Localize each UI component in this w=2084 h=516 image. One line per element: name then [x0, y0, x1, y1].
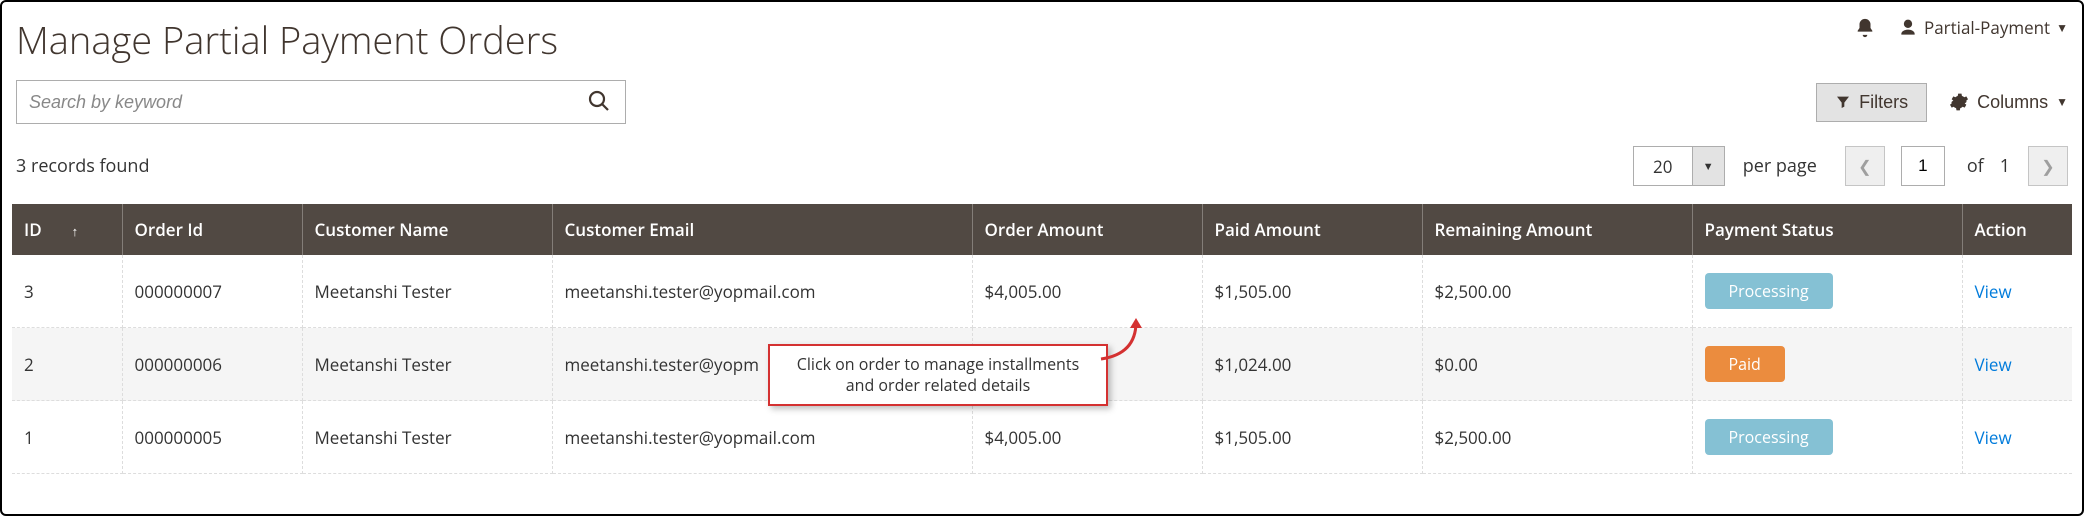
caret-down-icon: ▼: [1692, 147, 1724, 185]
cell-id: 1: [12, 401, 122, 474]
col-header-customer-name[interactable]: Customer Name: [302, 204, 552, 255]
records-found-label: 3 records found: [16, 154, 149, 178]
cell-customer-email: meetanshi.tester@yopmail.com: [552, 401, 972, 474]
caret-down-icon: ▼: [2056, 95, 2068, 109]
filters-label: Filters: [1859, 92, 1908, 113]
account-label: Partial-Payment: [1924, 16, 2050, 39]
chevron-left-icon: ❮: [1858, 155, 1871, 177]
of-label: of: [1967, 154, 1984, 178]
annotation-callout: Click on order to manage installments an…: [768, 344, 1108, 406]
col-header-paid-amount[interactable]: Paid Amount: [1202, 204, 1422, 255]
table-row[interactable]: 1000000005Meetanshi Testermeetanshi.test…: [12, 401, 2072, 474]
col-header-payment-status[interactable]: Payment Status: [1692, 204, 1962, 255]
cell-order-id: 000000007: [122, 255, 302, 328]
cell-customer-name: Meetanshi Tester: [302, 255, 552, 328]
user-icon: [1898, 18, 1918, 38]
chevron-right-icon: ❯: [2041, 155, 2054, 177]
view-link[interactable]: View: [1975, 353, 2012, 376]
cell-id: 2: [12, 328, 122, 401]
col-header-remaining-amount[interactable]: Remaining Amount: [1422, 204, 1692, 255]
account-switcher[interactable]: Partial-Payment ▼: [1898, 16, 2068, 39]
cell-paid-amount: $1,505.00: [1202, 401, 1422, 474]
columns-label: Columns: [1977, 92, 2048, 113]
cell-customer-name: Meetanshi Tester: [302, 328, 552, 401]
page-size-select[interactable]: 20 ▼: [1633, 146, 1725, 186]
view-link[interactable]: View: [1975, 426, 2012, 449]
cell-action: View: [1962, 401, 2072, 474]
cell-customer-email: meetanshi.tester@yopmail.com: [552, 255, 972, 328]
cell-remaining-amount: $0.00: [1422, 328, 1692, 401]
col-header-order-id[interactable]: Order Id: [122, 204, 302, 255]
search-icon: [587, 101, 611, 116]
col-header-id[interactable]: ID↑: [12, 204, 122, 255]
gear-icon: [1949, 92, 1969, 112]
cell-order-amount: $4,005.00: [972, 255, 1202, 328]
cell-remaining-amount: $2,500.00: [1422, 255, 1692, 328]
total-pages-label: 1: [2000, 154, 2010, 178]
status-badge: Processing: [1705, 273, 1833, 309]
columns-button[interactable]: Columns ▼: [1949, 92, 2068, 113]
cell-payment-status: Processing: [1692, 401, 1962, 474]
funnel-icon: [1835, 94, 1851, 110]
search-button[interactable]: [583, 85, 615, 120]
cell-paid-amount: $1,024.00: [1202, 328, 1422, 401]
view-link[interactable]: View: [1975, 280, 2012, 303]
caret-down-icon: ▼: [2056, 19, 2068, 36]
pager-prev-button[interactable]: ❮: [1845, 146, 1885, 186]
col-header-customer-email[interactable]: Customer Email: [552, 204, 972, 255]
notifications-icon[interactable]: [1854, 17, 1876, 39]
page-title: Manage Partial Payment Orders: [16, 14, 558, 66]
page-number-input[interactable]: [1901, 146, 1945, 186]
search-input[interactable]: [29, 92, 583, 113]
cell-order-id: 000000006: [122, 328, 302, 401]
cell-payment-status: Processing: [1692, 255, 1962, 328]
cell-payment-status: Paid: [1692, 328, 1962, 401]
orders-grid: ID↑ Order Id Customer Name Customer Emai…: [12, 204, 2072, 474]
cell-paid-amount: $1,505.00: [1202, 255, 1422, 328]
cell-id: 3: [12, 255, 122, 328]
pager-next-button[interactable]: ❯: [2028, 146, 2068, 186]
col-header-order-amount[interactable]: Order Amount: [972, 204, 1202, 255]
filters-button[interactable]: Filters: [1816, 83, 1927, 122]
cell-action: View: [1962, 328, 2072, 401]
table-row[interactable]: 3000000007Meetanshi Testermeetanshi.test…: [12, 255, 2072, 328]
cell-action: View: [1962, 255, 2072, 328]
status-badge: Paid: [1705, 346, 1785, 382]
sort-asc-icon: ↑: [72, 222, 79, 240]
cell-remaining-amount: $2,500.00: [1422, 401, 1692, 474]
page-size-value: 20: [1634, 147, 1692, 185]
status-badge: Processing: [1705, 419, 1833, 455]
per-page-label: per page: [1743, 154, 1817, 178]
cell-order-id: 000000005: [122, 401, 302, 474]
annotation-text: Click on order to manage installments an…: [768, 344, 1108, 406]
cell-order-amount: $4,005.00: [972, 401, 1202, 474]
col-header-action[interactable]: Action: [1962, 204, 2072, 255]
search-container: [16, 80, 626, 124]
annotation-arrow-icon: [1096, 314, 1146, 369]
cell-customer-name: Meetanshi Tester: [302, 401, 552, 474]
